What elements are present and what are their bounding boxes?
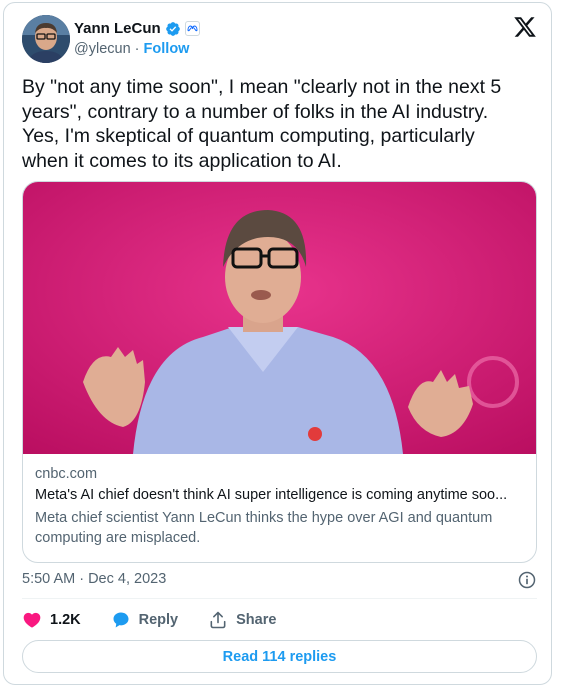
verified-badge-icon[interactable] xyxy=(165,21,181,37)
link-description: Meta chief scientist Yann LeCun thinks t… xyxy=(35,510,493,546)
x-logo-icon[interactable] xyxy=(513,15,537,39)
follow-button[interactable]: Follow xyxy=(144,41,190,57)
link-meta: cnbc.com Meta's AI chief doesn't think A… xyxy=(35,466,530,548)
author-name-row: Yann LeCun xyxy=(74,20,200,37)
author-handle-row: @ylecun · Follow xyxy=(74,41,189,57)
like-count: 1.2K xyxy=(50,612,81,628)
article-image xyxy=(23,182,536,454)
link-domain: cnbc.com xyxy=(35,466,98,482)
heart-icon xyxy=(23,612,41,628)
avatar[interactable] xyxy=(22,15,70,63)
reply-button[interactable]: Reply xyxy=(111,610,179,630)
link-card[interactable]: cnbc.com Meta's AI chief doesn't think A… xyxy=(22,181,537,563)
author-name[interactable]: Yann LeCun xyxy=(74,20,161,37)
tweet-card: Yann LeCun @ylecun · Follow By "not any … xyxy=(3,2,552,685)
meta-affiliation-icon[interactable] xyxy=(184,21,200,36)
action-bar: 1.2K Reply Share xyxy=(22,610,306,630)
link-title[interactable]: Meta's AI chief doesn't think AI super i… xyxy=(35,487,530,503)
author-handle[interactable]: @ylecun xyxy=(74,41,131,57)
read-replies-button[interactable]: Read 114 replies xyxy=(22,640,537,673)
like-button[interactable]: 1.2K xyxy=(22,610,81,630)
separator-dot: · xyxy=(134,41,140,57)
speech-bubble-icon xyxy=(113,612,129,628)
avatar-image xyxy=(22,15,70,63)
share-button[interactable]: Share xyxy=(208,610,276,630)
reply-label: Reply xyxy=(138,612,179,628)
share-label: Share xyxy=(236,612,277,628)
tweet-text: By "not any time soon", I mean "clearly … xyxy=(22,76,502,172)
info-icon[interactable] xyxy=(517,570,537,590)
tweet-timestamp[interactable]: 5:50 AM · Dec 4, 2023 xyxy=(22,571,166,587)
share-upload-icon xyxy=(210,611,226,629)
divider xyxy=(22,598,537,599)
